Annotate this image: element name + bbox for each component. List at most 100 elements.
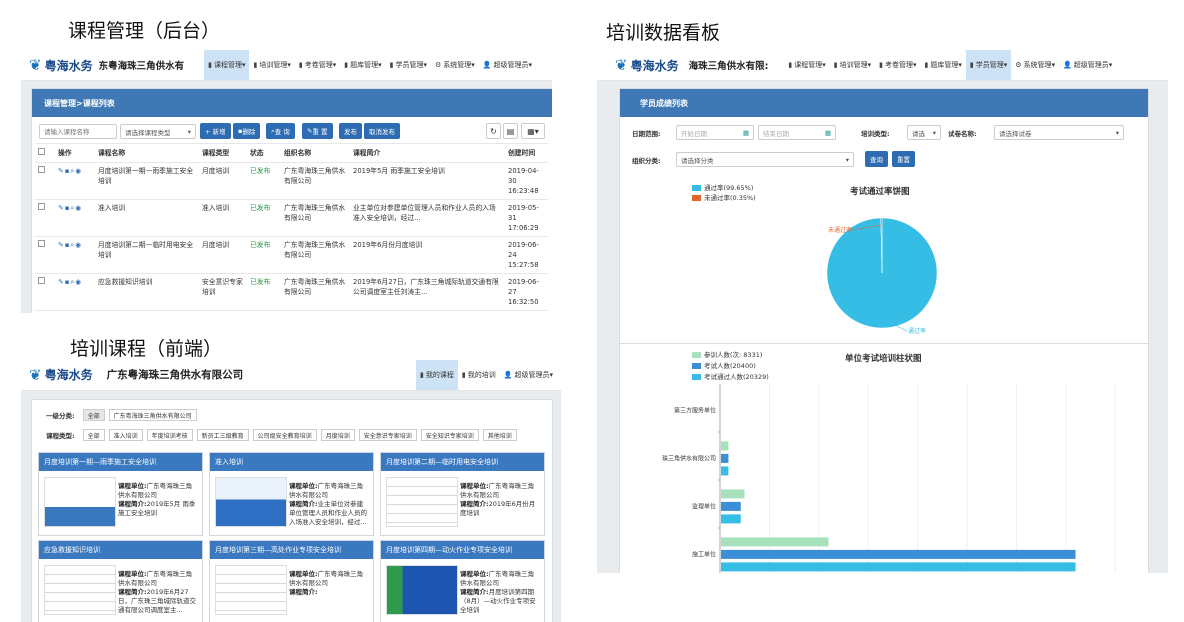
nav-item-4[interactable]: ▮ 学员管理 ▾ xyxy=(965,50,1012,80)
edit-icon[interactable]: ✎ xyxy=(58,241,65,249)
type-tag[interactable]: 安全知识专家培训 xyxy=(420,429,479,441)
course-thumbnail[interactable] xyxy=(215,565,287,615)
nav-item-3[interactable]: ▮ 题库管理 ▾ xyxy=(921,50,966,80)
table-row[interactable]: ✎▪⌕◉ 月度培训第一期—雨季施工安全培训 月度培训 已发布 广东粤海珠三角供水有限公司… xyxy=(35,162,548,200)
row-checkbox-box[interactable] xyxy=(38,277,45,284)
type-tag[interactable]: 其他培训 xyxy=(482,429,517,441)
end-date-input[interactable]: 结束日期 ▦ xyxy=(758,125,836,140)
publish-button[interactable]: 发布 xyxy=(339,123,362,139)
add-button[interactable]: + 新增 xyxy=(200,123,231,139)
bar[interactable] xyxy=(721,441,729,451)
columns-icon[interactable]: ▦▾ xyxy=(521,123,545,139)
nav-item-3[interactable]: ▮ 题库管理 ▾ xyxy=(340,50,385,80)
row-checkbox[interactable] xyxy=(35,310,55,313)
bar[interactable] xyxy=(721,466,729,476)
course-thumbnail[interactable] xyxy=(386,477,458,527)
level1-tag[interactable]: 全部 xyxy=(82,409,105,421)
course-thumbnail[interactable] xyxy=(386,565,458,615)
select-all-checkbox[interactable] xyxy=(35,143,55,163)
reset-button[interactable]: ✎ 重 置 xyxy=(302,123,333,139)
nav-item-0[interactable]: ▮ 课程管理 ▾ xyxy=(784,50,829,80)
nav-item-0[interactable]: ▮ 我的课程 xyxy=(416,359,458,390)
course-card[interactable]: 应急救援知识培训 课程单位:广东粤海珠三角供水有限公司 课程简介:2019年6月27… xyxy=(38,540,203,622)
refresh-icon[interactable]: ↻ xyxy=(486,123,501,139)
nav-item-5[interactable]: ⚙ 系统管理 ▾ xyxy=(1011,50,1059,80)
view-icon[interactable]: ◉ xyxy=(75,167,82,175)
row-checkbox[interactable] xyxy=(35,236,55,274)
bar[interactable] xyxy=(721,514,741,524)
edit-icon[interactable]: ✎ xyxy=(58,204,65,212)
nav-item-6[interactable]: 👤 超级管理员 ▾ xyxy=(1059,50,1116,80)
table-row[interactable]: ✎▪⌕◉ 应急救援知识培训 安全意识专家培训 已发布 广东粤海珠三角供水有限公司 2019… xyxy=(35,273,548,311)
type-tag[interactable]: 月度培训 xyxy=(320,429,355,441)
course-thumbnail[interactable] xyxy=(215,477,287,527)
nav-item-2[interactable]: 👤 超级管理员 ▾ xyxy=(500,360,557,390)
company-name: 广东粤海珠三角供水有限公司 xyxy=(106,369,244,381)
nav-item-1[interactable]: ▮ 培训管理 ▾ xyxy=(249,50,294,80)
row-checkbox-box[interactable] xyxy=(38,203,45,210)
training-type-select[interactable]: 请选 ▾ xyxy=(907,125,941,140)
nav-item-2[interactable]: ▮ 考卷管理 ▾ xyxy=(295,50,340,80)
table-row[interactable]: ✎▪⌕◉ 月度培训第二期—临时用电安全培训 月度培训 已发布 广东粤海珠三角供水有限公司… xyxy=(35,236,548,274)
logo[interactable]: ❦ 粤海水务 xyxy=(615,56,679,74)
paper-name-select[interactable]: 请选择试卷 ▾ xyxy=(994,125,1124,140)
bar[interactable] xyxy=(721,537,829,547)
nav-item-4[interactable]: ▮ 学员管理 ▾ xyxy=(386,50,431,80)
table-row[interactable]: ✎▪⌕◉月度培训第三期—高处作业专项安全培训月度培训已发布广东粤海珠三角供水有限… xyxy=(35,310,548,313)
paper-name-label: 试卷名称: xyxy=(948,130,977,138)
nav-item-1[interactable]: ▮ 我的培训 xyxy=(458,360,500,390)
bar[interactable] xyxy=(721,489,745,499)
course-card[interactable]: 月度培训第一期—雨季施工安全培训 课程单位:广东粤海珠三角供水有限公司 课程简介:2… xyxy=(38,452,203,536)
course-thumbnail[interactable] xyxy=(44,477,116,527)
course-card[interactable]: 月度培训第三期—高处作业专项安全培训 课程单位:广东粤海珠三角供水有限公司 课程简介… xyxy=(209,540,374,622)
bar[interactable] xyxy=(721,501,741,511)
user-icon: 👤 xyxy=(482,61,492,69)
query-button[interactable]: 查询 xyxy=(865,151,888,167)
course-type-select[interactable]: 请选择课程类型 ▾ xyxy=(120,124,196,139)
type-tag[interactable]: 公司级安全教育培训 xyxy=(252,429,317,441)
course-thumbnail[interactable] xyxy=(44,565,116,615)
cell-intro xyxy=(350,310,505,313)
nav-item-1[interactable]: ▮ 培训管理 ▾ xyxy=(830,50,875,80)
bar[interactable] xyxy=(721,549,1076,559)
type-tag[interactable]: 准入培训 xyxy=(108,429,143,441)
query-button[interactable]: ⌕ 查 询 xyxy=(266,123,295,139)
bar[interactable] xyxy=(721,562,1076,572)
type-tag[interactable]: 年度培训考核 xyxy=(146,429,193,441)
reset-button[interactable]: 重置 xyxy=(892,151,915,167)
bar[interactable] xyxy=(721,453,729,463)
type-tag[interactable]: 新员工三级教育 xyxy=(196,429,249,441)
nav-item-2[interactable]: ▮ 考卷管理 ▾ xyxy=(875,50,920,80)
start-date-input[interactable]: 开始日期 ▦ xyxy=(676,125,754,140)
list-view-icon[interactable]: ▤ xyxy=(503,123,518,139)
row-checkbox[interactable] xyxy=(35,162,55,200)
unpublish-button[interactable]: 取消发布 xyxy=(364,123,400,139)
type-tag[interactable]: 安全意识专家培训 xyxy=(358,429,417,441)
row-checkbox-box[interactable] xyxy=(38,240,45,247)
row-checkbox-box[interactable] xyxy=(38,166,45,173)
row-checkbox[interactable] xyxy=(35,273,55,311)
row-checkbox[interactable] xyxy=(35,199,55,237)
logo[interactable]: ❦ 粤海水务 xyxy=(29,366,93,384)
view-icon[interactable]: ◉ xyxy=(75,204,82,212)
level1-tag[interactable]: 广东粤海珠三角供水有限公司 xyxy=(108,409,197,421)
book-icon: ▮ xyxy=(788,61,793,69)
view-icon[interactable]: ◉ xyxy=(75,278,82,286)
edit-icon[interactable]: ✎ xyxy=(58,278,65,286)
course-card[interactable]: 月度培训第四期—动火作业专项安全培训 课程单位:广东粤海珠三角供水有限公司 课程简介… xyxy=(380,540,545,622)
view-icon[interactable]: ◉ xyxy=(75,241,82,249)
edit-icon[interactable]: ✎ xyxy=(58,167,65,175)
course-card[interactable]: 月度培训第二期—临时用电安全培训 课程单位:广东粤海珠三角供水有限公司 课程简介:2… xyxy=(380,452,545,536)
course-name-search-input[interactable] xyxy=(39,124,117,139)
org-category-select[interactable]: 请选择分类 ▾ xyxy=(676,152,854,167)
select-all-checkbox-box[interactable] xyxy=(38,148,45,155)
nav-item-5[interactable]: ⚙ 系统管理 ▾ xyxy=(431,50,479,80)
logo[interactable]: ❦ 粤海水务 xyxy=(29,56,93,74)
delete-button[interactable]: ▪ 删除 xyxy=(233,123,261,139)
type-tag[interactable]: 全部 xyxy=(82,429,105,441)
table-row[interactable]: ✎▪⌕◉ 准入培训 准入培训 已发布 广东粤海珠三角供水有限公司 业主单位对参建单位管理人… xyxy=(35,199,548,237)
nav-item-6[interactable]: 👤 超级管理员 ▾ xyxy=(479,50,536,80)
course-card[interactable]: 准入培训 课程单位:广东粤海珠三角供水有限公司 课程简介:业主单位对参建单位管理人员… xyxy=(209,452,374,536)
nav-item-0[interactable]: ▮ 课程管理 ▾ xyxy=(204,50,250,80)
y-tick-label: 珠三角供水有限公司 xyxy=(662,454,716,462)
